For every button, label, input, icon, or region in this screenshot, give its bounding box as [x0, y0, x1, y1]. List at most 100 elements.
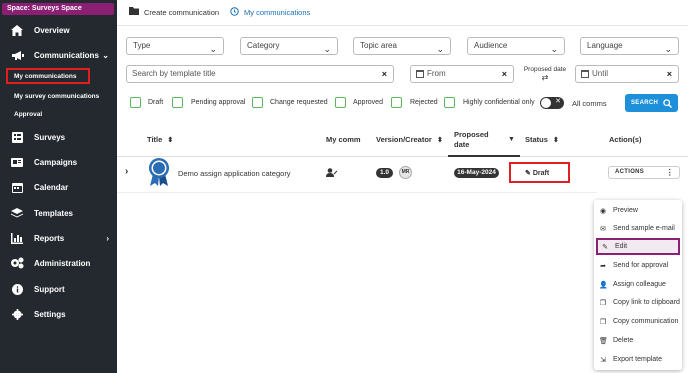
envelope-icon: ✉	[600, 225, 606, 233]
from-date-input[interactable]: From ×	[410, 65, 514, 83]
sidebar-item-campaigns[interactable]: Campaigns	[0, 152, 117, 172]
menu-item-send-for-approval[interactable]: ➦ Send for approval	[594, 257, 682, 274]
from-placeholder: From	[427, 69, 446, 78]
chevron-right-icon: ›	[106, 233, 109, 243]
trash-icon: 🗑	[599, 337, 608, 345]
sidebar-item-templates[interactable]: Templates	[0, 203, 117, 223]
clear-icon[interactable]: ×	[382, 66, 387, 82]
language-select[interactable]: Language ⌄	[580, 37, 679, 55]
select-value: Language	[587, 41, 623, 50]
category-select[interactable]: Category ⌄	[240, 37, 338, 55]
calendar-icon	[416, 70, 424, 78]
row-divider	[117, 192, 597, 193]
menu-item-label: Assign colleague	[613, 281, 666, 288]
checkbox-rejected[interactable]	[391, 97, 402, 108]
checkbox-approved[interactable]	[335, 97, 346, 108]
send-icon: ➦	[600, 262, 606, 270]
calendar-icon	[581, 70, 589, 78]
column-header-proposed-date[interactable]: Proposed date ▼	[454, 130, 515, 150]
expand-row-icon[interactable]: ›	[125, 166, 128, 177]
menu-item-label: Preview	[613, 207, 638, 214]
sort-icon: ⬍	[167, 137, 174, 144]
row-title[interactable]: Demo assign application category	[178, 169, 291, 178]
checkbox-label: Draft	[148, 99, 164, 106]
award-ribbon-icon	[148, 157, 170, 189]
clear-icon[interactable]: ×	[502, 66, 507, 82]
column-header-title[interactable]: Title ⬍	[147, 135, 173, 144]
checkbox-pending-approval[interactable]	[172, 97, 183, 108]
folder-icon	[129, 7, 139, 17]
chevron-down-icon: ⌄	[209, 44, 217, 54]
sidebar-subitem-my-communications[interactable]: My communications	[14, 73, 76, 80]
tab-create-communication[interactable]: Create communication	[129, 7, 219, 17]
sort-icon: ⬍	[553, 137, 559, 144]
checkbox-change-requested[interactable]	[252, 97, 263, 108]
menu-item-assign-colleague[interactable]: 👤 Assign colleague	[594, 276, 682, 293]
audience-select[interactable]: Audience ⌄	[467, 37, 565, 55]
select-value: Type	[133, 41, 151, 50]
type-select[interactable]: Type ⌄	[126, 37, 224, 55]
checkbox-highly-confidential[interactable]	[444, 97, 455, 108]
menu-item-send-sample-email[interactable]: ✉ Send sample e-mail	[594, 220, 682, 237]
top-bar: Create communication My communications	[117, 0, 688, 26]
sidebar-item-settings[interactable]: Settings	[0, 304, 117, 324]
tab-my-communications[interactable]: My communications	[230, 7, 310, 18]
sidebar-item-reports[interactable]: Reports ›	[0, 228, 117, 248]
avatar: MR	[399, 166, 412, 179]
menu-item-label: Copy link to clipboard	[613, 299, 680, 306]
chevron-down-icon: ⌄	[664, 44, 672, 54]
header-label: Version/Creator	[376, 135, 432, 144]
more-vertical-icon: ⋮	[665, 168, 674, 177]
menu-item-delete[interactable]: 🗑 Delete	[594, 332, 682, 349]
menu-item-preview[interactable]: ◉ Preview	[594, 202, 682, 219]
search-input[interactable]: Search by template title ×	[126, 65, 394, 83]
column-header-my-comm: My comm	[326, 135, 361, 144]
column-header-version-creator[interactable]: Version/Creator ⬍	[376, 135, 443, 144]
all-comms-toggle[interactable]: ✕	[540, 97, 564, 109]
topic-area-select[interactable]: Topic area ⌄	[353, 37, 451, 55]
sidebar-item-label: Campaigns	[34, 157, 78, 167]
user-plus-icon: 👤	[599, 281, 608, 289]
sidebar-item-label: Support	[34, 284, 65, 294]
sidebar-item-overview[interactable]: Overview	[0, 20, 117, 40]
user-edit-icon	[326, 168, 338, 179]
actions-menu: ◉ Preview ✉ Send sample e-mail ✎ Edit ➦ …	[594, 200, 682, 370]
chevron-down-icon: ⌄	[550, 44, 558, 54]
clear-icon[interactable]: ×	[667, 66, 672, 82]
search-button[interactable]: SEARCH	[625, 94, 678, 112]
menu-item-label: Edit	[615, 243, 628, 250]
toggle-knob	[541, 98, 551, 108]
menu-item-export-template[interactable]: ⇲ Export template	[594, 351, 682, 368]
actions-button[interactable]: ACTIONS ⋮	[608, 166, 680, 179]
eye-icon: ◉	[599, 207, 607, 215]
megaphone-icon	[10, 49, 24, 61]
chevron-down-icon: ⌄	[102, 50, 109, 60]
menu-item-copy-communication[interactable]: ❐ Copy communication	[594, 313, 682, 330]
sidebar-item-communications[interactable]: Communications ⌄	[0, 45, 117, 65]
sidebar-item-label: Surveys	[34, 132, 66, 142]
sidebar-subitem-approval[interactable]: Approval	[14, 111, 42, 118]
space-badge[interactable]: Space: Surveys Space	[2, 3, 114, 15]
actions-label: ACTIONS	[615, 169, 645, 175]
sidebar-item-surveys[interactable]: Surveys	[0, 127, 117, 147]
sidebar-item-calendar[interactable]: Calendar	[0, 177, 117, 197]
until-date-input[interactable]: Until ×	[575, 65, 679, 83]
layers-icon	[10, 207, 24, 219]
version-badge: 1.0	[376, 168, 393, 178]
sidebar-item-administration[interactable]: Administration	[0, 253, 117, 273]
copy-icon: ❐	[599, 299, 607, 307]
header-label: Title	[147, 135, 163, 144]
menu-item-edit[interactable]: ✎ Edit	[596, 238, 680, 255]
sort-desc-icon: ▼	[508, 136, 515, 143]
sidebar-item-label: Administration	[34, 258, 91, 268]
column-header-status[interactable]: Status ⬍	[525, 135, 559, 144]
checkbox-draft[interactable]	[130, 97, 141, 108]
sidebar-item-label: Reports	[34, 233, 65, 243]
menu-item-copy-link[interactable]: ❐ Copy link to clipboard	[594, 294, 682, 311]
pencil-icon: ✎	[525, 170, 531, 177]
history-icon	[230, 7, 239, 18]
status-badge: ✎ Draft	[525, 169, 549, 177]
sidebar-item-support[interactable]: Support	[0, 279, 117, 299]
close-icon: ✕	[555, 98, 561, 105]
sidebar-subitem-my-survey-communications[interactable]: My survey communications	[14, 93, 99, 100]
